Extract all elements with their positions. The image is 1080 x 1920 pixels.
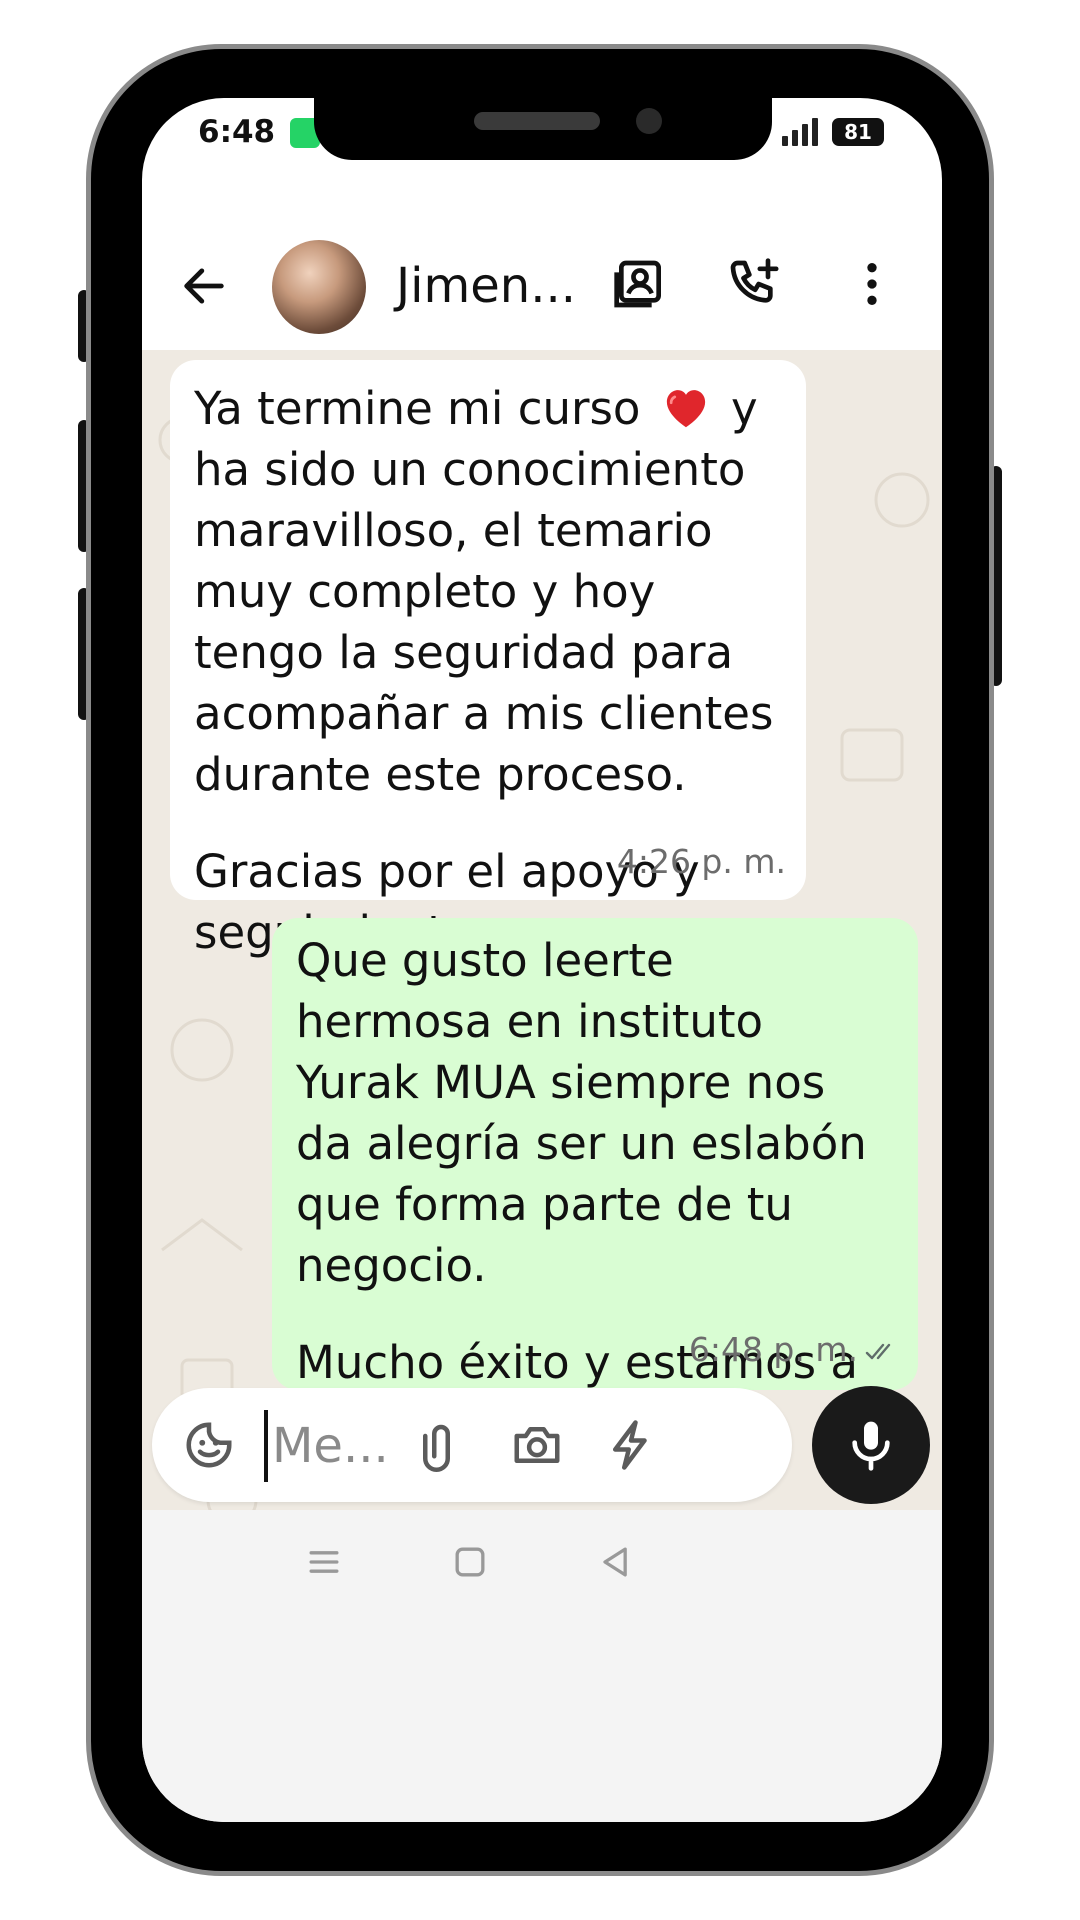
phone-notch xyxy=(314,96,772,160)
read-double-check-icon xyxy=(865,1343,891,1359)
sticker-icon[interactable] xyxy=(182,1418,236,1472)
system-nav-bar xyxy=(142,1510,942,1822)
message-line: acompañar a mis clientes xyxy=(194,687,774,740)
chat-header: Jimen... xyxy=(142,218,942,350)
red-heart-emoji-icon xyxy=(666,390,705,428)
message-line: Yurak MUA siempre nos xyxy=(296,1056,826,1109)
message-line: ha sido un conocimiento xyxy=(194,443,746,496)
message-input-bar xyxy=(152,1388,792,1502)
contact-name[interactable]: Jimen... xyxy=(396,258,576,314)
text-cursor xyxy=(264,1410,268,1482)
message-time: 4:26 p. m. xyxy=(616,842,786,881)
home-square-icon[interactable] xyxy=(448,1540,492,1584)
message-time: 6:48 p. m. xyxy=(688,1330,858,1369)
message-line: durante este proceso. xyxy=(194,748,687,801)
message-line: que forma parte de tu xyxy=(296,1178,793,1231)
camera-icon[interactable] xyxy=(510,1418,564,1472)
message-line: hermosa en instituto xyxy=(296,995,764,1048)
add-call-icon[interactable] xyxy=(726,256,782,312)
back-arrow-icon[interactable] xyxy=(178,260,230,312)
message-line: tengo la seguridad para xyxy=(194,626,734,679)
outgoing-message-bubble[interactable]: Que gusto leerte hermosa en instituto Yu… xyxy=(272,918,918,1450)
signal-bars-icon xyxy=(780,116,820,146)
status-time: 6:48 xyxy=(198,114,276,150)
message-line: negocio. xyxy=(296,1239,487,1292)
message-line: da alegría ser un eslabón xyxy=(296,1117,867,1170)
contact-card-icon[interactable] xyxy=(612,256,668,312)
mic-icon xyxy=(852,1421,890,1471)
contact-avatar[interactable] xyxy=(272,240,366,334)
back-triangle-icon[interactable] xyxy=(594,1540,638,1584)
message-line: muy completo y hoy xyxy=(194,565,656,618)
message-line: Que gusto leerte xyxy=(296,934,674,987)
battery-indicator: 81 xyxy=(832,118,884,146)
earpiece-speaker xyxy=(474,112,600,130)
recents-menu-icon[interactable] xyxy=(302,1540,346,1584)
message-line: maravilloso, el temario xyxy=(194,504,713,557)
message-meta: 6:48 p. m. xyxy=(689,1319,898,1380)
message-line: Ya termine mi curso y xyxy=(194,382,758,435)
mic-button[interactable] xyxy=(812,1386,930,1504)
front-camera xyxy=(636,108,662,134)
more-vert-icon[interactable] xyxy=(844,256,900,312)
incoming-message-bubble[interactable]: Ya termine mi curso y ha sido un conocim… xyxy=(170,360,806,959)
phone-screen: 6:48 81 Jimen... Ya termine mi curso y h… xyxy=(142,98,942,1822)
attach-clip-icon[interactable] xyxy=(414,1418,468,1472)
bolt-icon[interactable] xyxy=(604,1418,658,1472)
